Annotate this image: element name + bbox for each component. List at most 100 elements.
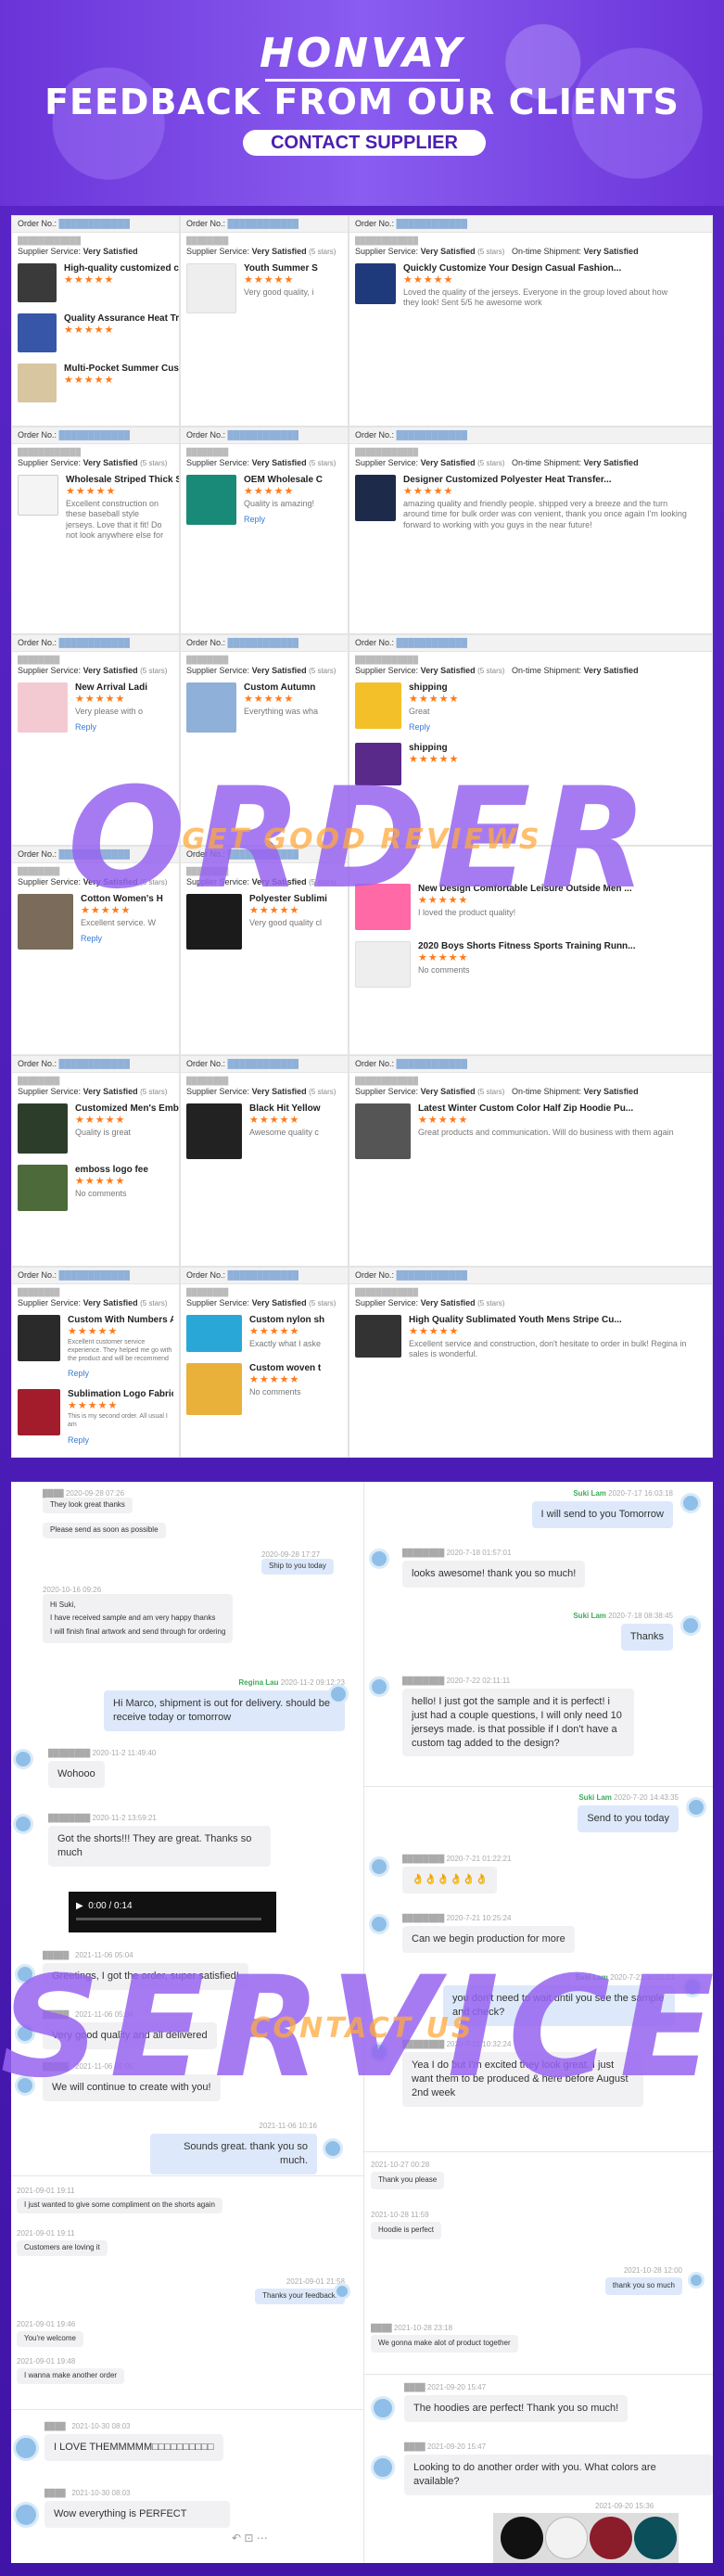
chat-message: ████ 2021-10-30 08:03 Wow everything is P… bbox=[44, 2489, 230, 2528]
contact-supplier-button[interactable]: CONTACT SUPPLIER bbox=[243, 130, 486, 156]
chat-panel: ████ 2020-09-28 07:26 They look great tha… bbox=[11, 1482, 713, 2563]
order-card: Order No.: ████████████ ████████ Supplie… bbox=[180, 634, 349, 846]
order-card: Order No.: ████████████ ████████████ Sup… bbox=[349, 1055, 713, 1267]
product-image[interactable] bbox=[18, 313, 57, 352]
avatar bbox=[686, 1797, 706, 1817]
product-image[interactable] bbox=[355, 884, 411, 930]
page-title: FEEDBACK FROM OUR CLIENTS bbox=[44, 82, 680, 122]
product-image[interactable] bbox=[186, 263, 236, 313]
product-image[interactable] bbox=[355, 475, 396, 521]
avatar bbox=[680, 1493, 701, 1513]
order-number: ████████████ bbox=[58, 219, 131, 228]
review-item: Quickly Customize Your Design Casual Fas… bbox=[349, 258, 712, 314]
video-player[interactable]: ▶ 0:00 / 0:14 bbox=[69, 1892, 276, 1932]
review-item: Polyester Sublimi ★★★★★ Very good quality … bbox=[181, 888, 348, 955]
message-actions-icon[interactable]: ↶ ⊡ ⋯ bbox=[232, 2531, 268, 2544]
chat-message: 2021-09-20 15:36 bbox=[595, 2502, 654, 2510]
video-progress[interactable] bbox=[76, 1918, 261, 1920]
avatar bbox=[371, 2455, 395, 2480]
review-item: shipping ★★★★★ bbox=[349, 737, 712, 791]
hero-banner: HONVAY FEEDBACK FROM OUR CLIENTS CONTACT… bbox=[0, 0, 724, 206]
chat-message: 2021-09-01 19:11 Customers are loving it bbox=[17, 2229, 108, 2256]
product-image[interactable] bbox=[18, 1103, 68, 1154]
avatar bbox=[680, 1615, 701, 1636]
order-reviews-panel: Order No.: ████████████ ████████████ Sup… bbox=[11, 215, 713, 1458]
product-image[interactable] bbox=[355, 743, 401, 786]
chat-message: ████ 2020-09-28 07:26 They look great tha… bbox=[43, 1489, 133, 1513]
order-card: Order No.: ████████████ ████████████ Sup… bbox=[349, 427, 713, 634]
product-image[interactable] bbox=[186, 1315, 242, 1352]
review-item: Designer Customized Polyester Heat Trans… bbox=[349, 469, 712, 536]
chat-message: Suki Lam 2020-7-21 10:31:21 you don't nee… bbox=[425, 1973, 675, 2026]
order-card: Order No.: ████████████ ████████████ Sup… bbox=[349, 215, 713, 427]
swatch-maroon bbox=[590, 2517, 632, 2559]
avatar bbox=[323, 2138, 343, 2159]
chat-message: 2020-09-28 17:27 Ship to you today bbox=[261, 1550, 334, 1575]
reply-link[interactable]: Reply bbox=[244, 515, 323, 524]
chat-message: ████████ 2020-7-21 01:22:21 👌👌👌👌👌👌 bbox=[402, 1855, 511, 1894]
avatar bbox=[13, 1814, 33, 1834]
chat-message: ████████ 2020-7-18 01:57:01 looks awesome… bbox=[402, 1549, 586, 1588]
chat-message: ████████ 2020-7-21 10:25:24 Can we begin … bbox=[402, 1914, 575, 1953]
order-card: Order No.: ████████████ ████████ Supplie… bbox=[180, 1055, 349, 1267]
chat-message: Regina Lau 2020-11-2 09:12:23 Hi Marco, s… bbox=[48, 1678, 345, 1731]
order-card: Order No.: ████████████ ████████ Supplie… bbox=[180, 1267, 349, 1458]
product-image[interactable] bbox=[18, 1315, 60, 1361]
order-card: Order No.: ████████████ ████████████ Sup… bbox=[11, 427, 180, 634]
product-image[interactable] bbox=[18, 475, 58, 516]
order-card: Order No.: ████████████ ████████████ Sup… bbox=[11, 215, 180, 427]
review-item: 2020 Boys Shorts Fitness Sports Training… bbox=[349, 936, 712, 993]
color-swatch-image[interactable] bbox=[493, 2513, 679, 2563]
avatar bbox=[371, 2396, 395, 2420]
product-image[interactable] bbox=[18, 363, 57, 402]
review-item: Custom nylon sh ★★★★★ Exactly what I aske bbox=[181, 1309, 348, 1358]
review-item: OEM Wholesale C ★★★★★ Quality is amazing! R… bbox=[181, 469, 348, 530]
review-item: Custom With Numbers And Name★★★★★Excelle… bbox=[12, 1309, 179, 1384]
chat-message: Suki Lam 2020-7-17 16:03:18 I will send t… bbox=[376, 1489, 673, 1528]
chat-message: ████████ 2020-7-21 10:32:24 Yea I do but … bbox=[402, 2040, 643, 2107]
review-item: High-quality customized compet★★★★★ bbox=[12, 258, 179, 308]
review-item: emboss logo fee ★★★★★ No comments bbox=[12, 1159, 179, 1217]
chat-message: 2021-09-01 19:48 I wanna make another ord… bbox=[17, 2357, 125, 2384]
avatar bbox=[15, 1964, 35, 1984]
product-image[interactable] bbox=[186, 475, 236, 525]
product-image[interactable] bbox=[186, 1103, 242, 1159]
review-item: New Arrival Ladi ★★★★★ Very please with oR… bbox=[12, 677, 179, 738]
order-card: Order No.: ████████████ ████████████ Sup… bbox=[349, 1267, 713, 1458]
product-image[interactable] bbox=[355, 1315, 401, 1358]
product-image[interactable] bbox=[186, 1363, 242, 1415]
order-card: New Design Comfortable Leisure Outside M… bbox=[349, 846, 713, 1055]
product-image[interactable] bbox=[355, 941, 411, 988]
avatar bbox=[15, 2075, 35, 2096]
product-image[interactable] bbox=[355, 1103, 411, 1159]
review-item: New Design Comfortable Leisure Outside M… bbox=[349, 878, 712, 936]
order-card: Order No.: ████████████ ████████ Supplie… bbox=[180, 215, 349, 427]
order-card: Order No.: ████████████ ████████ Supplie… bbox=[11, 1267, 180, 1458]
review-item: Sublimation Logo Fabric Quick-D★★★★★This… bbox=[12, 1384, 179, 1450]
product-image[interactable] bbox=[186, 682, 236, 733]
review-item: Latest Winter Custom Color Half Zip Hood… bbox=[349, 1098, 712, 1165]
avatar bbox=[688, 2272, 705, 2289]
chat-message: 2020-10-16 09:26 Hi Suki, I have received … bbox=[43, 1586, 234, 1644]
product-image[interactable] bbox=[355, 682, 401, 729]
order-card: Order No.: ████████████ ████████ Supplie… bbox=[180, 427, 349, 634]
product-image[interactable] bbox=[18, 263, 57, 302]
product-image[interactable] bbox=[186, 894, 242, 950]
product-image[interactable] bbox=[18, 1165, 68, 1211]
review-item: Youth Summer S ★★★★★ Very good quality, i bbox=[181, 258, 348, 319]
product-image[interactable] bbox=[18, 894, 73, 950]
product-image[interactable] bbox=[18, 682, 68, 733]
chat-message: ████ 2021-09-20 15:47 The hoodies are per… bbox=[404, 2383, 629, 2422]
product-image[interactable] bbox=[355, 263, 396, 304]
chat-message: █████ 2021-11-06 05:05 We will continue t… bbox=[43, 2062, 221, 2101]
swatch-white bbox=[545, 2517, 588, 2559]
chat-message: 2021-10-28 12:00 thank you so much bbox=[584, 2266, 682, 2295]
review-item: shipping ★★★★★ Great Reply bbox=[349, 677, 712, 737]
chat-message: ████ 2021-10-28 23:18 We gonna make alot … bbox=[371, 2324, 518, 2353]
feedback-page: HONVAY FEEDBACK FROM OUR CLIENTS CONTACT… bbox=[0, 0, 724, 2576]
chat-message: 2021-11-06 10:16 Sounds great. thank you … bbox=[150, 2122, 317, 2174]
product-image[interactable] bbox=[18, 1389, 60, 1436]
order-card: Order No.: ████████████ ████████ Supplie… bbox=[180, 846, 349, 1055]
divider bbox=[363, 1482, 364, 2563]
avatar bbox=[682, 1977, 703, 1997]
